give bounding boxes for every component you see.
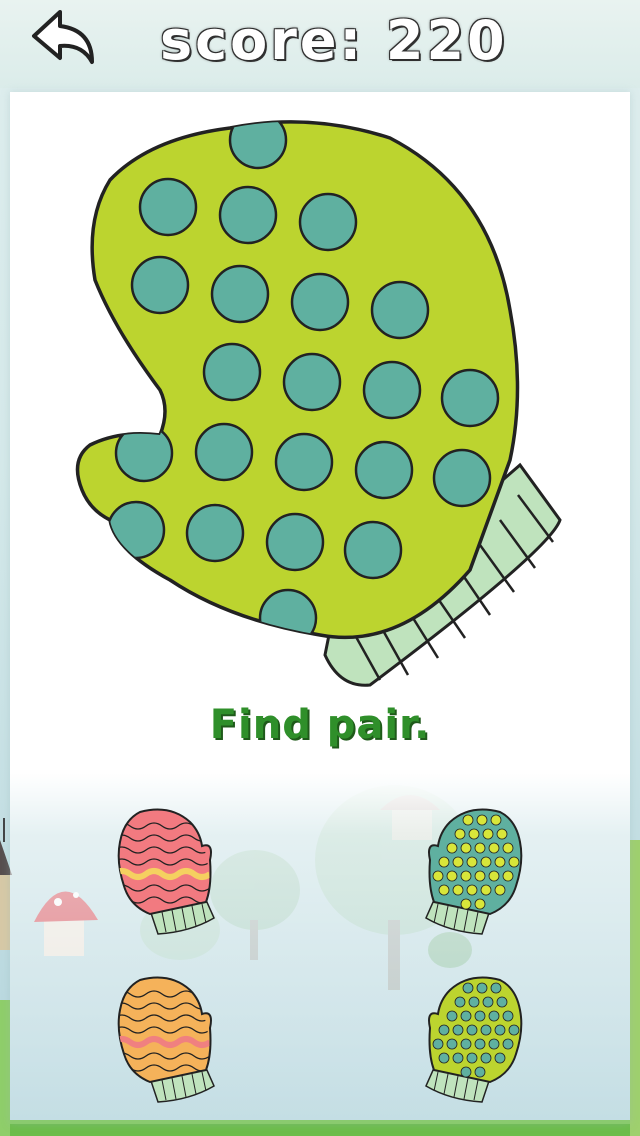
score-display: score: 220 — [160, 9, 508, 72]
choice-green-dots-mitten[interactable] — [420, 974, 530, 1104]
back-button[interactable] — [26, 6, 102, 70]
choice-teal-dots-mitten[interactable] — [420, 806, 530, 936]
target-mitten — [75, 120, 562, 687]
game-background: score: 220 Find pair. — [0, 0, 640, 1136]
curved-back-arrow-icon — [32, 10, 94, 64]
instruction-text: Find pair. — [209, 702, 431, 748]
choice-orange-wavy-mitten[interactable] — [110, 974, 220, 1104]
choice-pink-wavy-mitten[interactable] — [110, 806, 220, 936]
